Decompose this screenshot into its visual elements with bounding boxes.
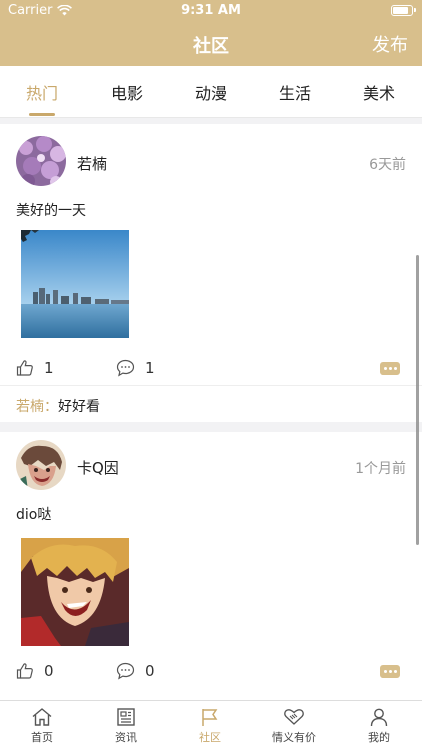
post-card: 卡Q因 1个月前 dio哒 0 0 [0,432,422,700]
comment-button[interactable]: 1 [116,359,155,377]
tabbar-label: 资讯 [115,731,137,744]
comment-username[interactable]: 若楠 [16,399,44,415]
flag-icon [202,709,218,726]
tabbar-item-home[interactable]: 首页 [0,707,84,745]
home-icon [32,708,52,726]
user-icon [370,708,388,727]
tabbar-item-community[interactable]: 社区 [168,707,252,745]
like-count: 1 [44,359,54,377]
comment-icon [116,662,135,680]
comment-text: 好好看 [58,399,100,415]
comment-separator: ： [44,399,58,415]
active-tab-indicator [29,113,55,116]
tab-label: 热门 [25,84,58,103]
more-options-icon[interactable] [380,665,400,678]
comment-count: 1 [145,359,155,377]
post-username[interactable]: 卡Q因 [77,457,119,478]
battery-icon [391,5,416,16]
tab-art[interactable]: 美术 [349,80,409,104]
tabbar-item-news[interactable]: 资讯 [84,707,168,745]
post-image[interactable] [21,230,129,338]
status-time: 9:31 AM [181,3,241,18]
scrollbar[interactable] [416,255,419,545]
post-feed[interactable]: 若楠 6天前 美好的一天 1 1 若楠：好好看 卡Q因 1个月前 dio哒 0 … [0,120,422,700]
like-button[interactable]: 1 [16,359,54,377]
news-icon [117,708,135,726]
comment-icon [116,359,135,377]
post-text: dio哒 [16,507,52,523]
tabbar-label: 首页 [31,731,53,744]
avatar[interactable] [16,440,66,490]
tab-hot[interactable]: 热门 [12,80,72,116]
tabbar-item-profile[interactable]: 我的 [337,707,421,745]
post-time: 6天前 [369,157,406,173]
tab-movie[interactable]: 电影 [97,80,157,104]
category-tabs: 热门 电影 动漫 生活 美术 [0,66,422,118]
publish-button[interactable]: 发布 [372,31,408,57]
like-count: 0 [44,662,54,680]
tab-label: 美术 [362,84,395,103]
post-time: 1个月前 [355,461,406,477]
avatar[interactable] [16,136,66,186]
tabbar-item-deals[interactable]: 情义有价 [252,707,336,745]
thumbs-up-icon [16,360,33,376]
comment-button[interactable]: 0 [116,662,155,680]
tab-anime[interactable]: 动漫 [181,80,241,104]
post-username[interactable]: 若楠 [77,153,107,174]
more-options-icon[interactable] [380,362,400,375]
comment-preview: 若楠：好好看 [0,385,422,422]
tabbar-label: 情义有价 [272,731,316,744]
bottom-tab-bar: 首页 资讯 社区 情义有价 我的 [0,700,422,750]
post-text: 美好的一天 [16,203,86,219]
tabbar-label: 社区 [199,731,221,744]
tab-label: 电影 [110,84,143,103]
tab-label: 动漫 [194,84,227,103]
post-card: 若楠 6天前 美好的一天 1 1 若楠：好好看 [0,124,422,422]
handshake-icon [284,709,304,725]
status-bar: Carrier 9:31 AM [0,0,422,22]
post-image[interactable] [21,538,129,646]
tabbar-label: 我的 [368,731,390,744]
thumbs-up-icon [16,663,33,679]
navigation-bar: 社区 发布 [0,22,422,66]
tab-life[interactable]: 生活 [265,80,325,104]
comment-count: 0 [145,662,155,680]
tab-label: 生活 [278,84,311,103]
page-title: 社区 [193,36,229,57]
like-button[interactable]: 0 [16,662,54,680]
